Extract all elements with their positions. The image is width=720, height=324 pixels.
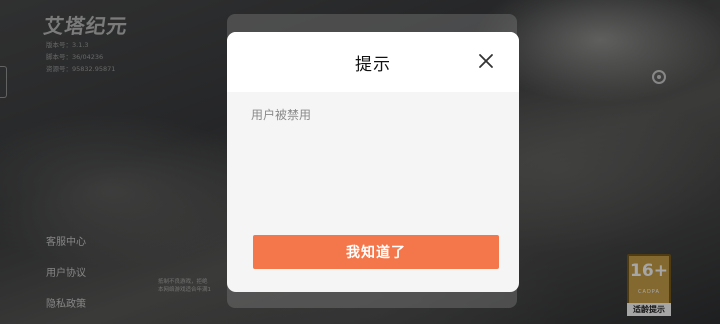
dialog-title: 提示 bbox=[355, 55, 391, 75]
confirm-button[interactable]: 我知道了 bbox=[253, 235, 499, 269]
close-icon[interactable] bbox=[477, 52, 495, 70]
alert-dialog: 提示 用户被禁用 我知道了 bbox=[227, 32, 519, 292]
dialog-message: 用户被禁用 bbox=[251, 108, 312, 122]
dialog-header: 提示 bbox=[227, 32, 519, 92]
